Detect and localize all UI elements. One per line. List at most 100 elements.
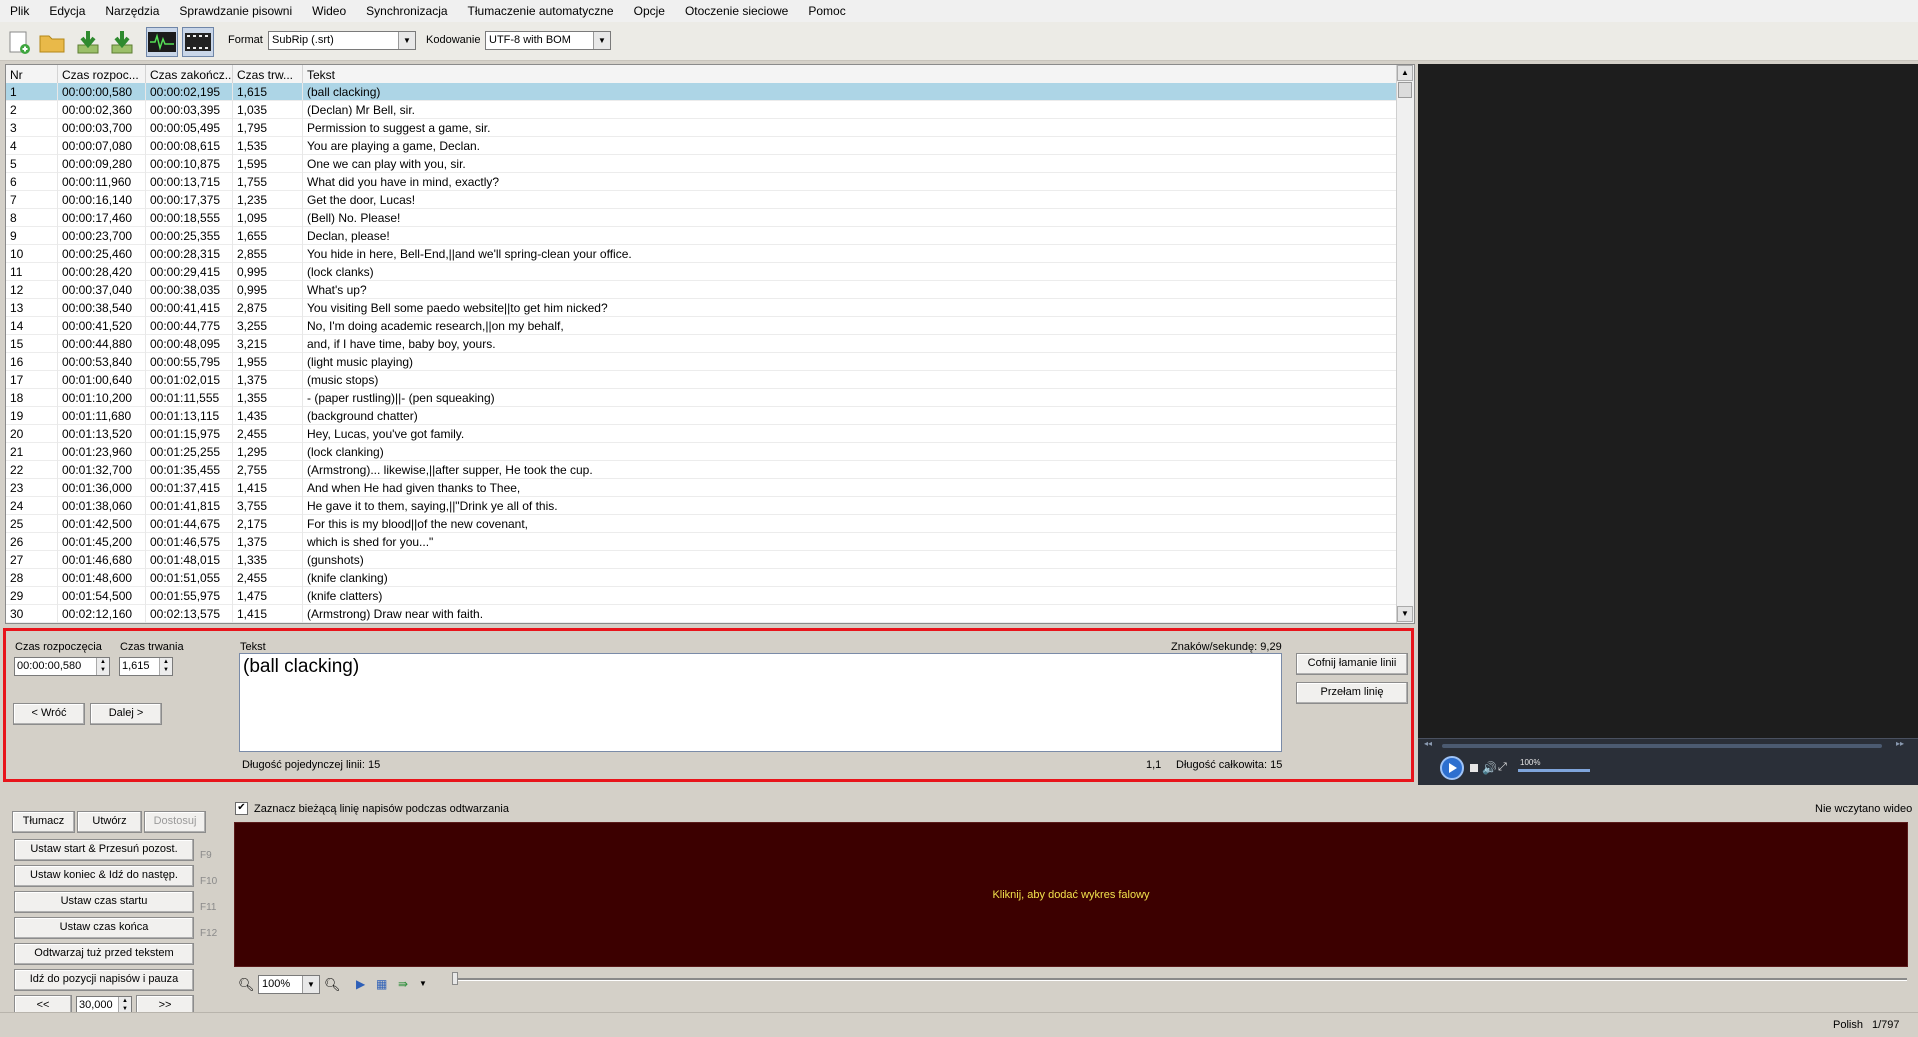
table-row[interactable]: 20 00:01:13,520 00:01:15,975 2,455 Hey, Luca… [6,425,1398,443]
waveform-area[interactable]: Kliknij, aby dodać wykres falowy [234,822,1908,967]
zoom-out-icon[interactable]: 🔍︎ [238,977,255,993]
chevron-down-icon: ▼ [593,32,610,49]
table-row[interactable]: 24 00:01:38,060 00:01:41,815 3,755 He gave i… [6,497,1398,515]
table-row[interactable]: 23 00:01:36,000 00:01:37,415 1,415 And when … [6,479,1398,497]
play-selection-icon[interactable]: ▶ [356,977,365,991]
table-row[interactable]: 12 00:00:37,040 00:00:38,035 0,995 What's up… [6,281,1398,299]
fullscreen-icon[interactable]: ⤢ [1498,761,1507,774]
new-file-button[interactable] [3,27,35,57]
table-row[interactable]: 18 00:01:10,200 00:01:11,555 1,355- (paper … [6,389,1398,407]
tab-translate[interactable]: Tłumacz [12,811,75,833]
previous-button[interactable]: < Wróć [13,703,85,725]
volume-slider[interactable] [1518,769,1590,772]
advance-icon[interactable]: ⇛ [398,977,408,991]
scroll-down-icon[interactable]: ▼ [1397,606,1413,622]
set-end-next-button[interactable]: Ustaw koniec & Idź do następ. [14,865,194,887]
spin-arrows-icon[interactable]: ▲ ▼ [96,658,109,675]
grid-view-icon[interactable]: ▦ [376,977,387,991]
seek-back-icon[interactable]: ◂◂ [1424,739,1432,748]
tab-create[interactable]: Utwórz [77,811,142,833]
table-row[interactable]: 22 00:01:32,700 00:01:35,455 2,755 (Armstron… [6,461,1398,479]
scroll-thumb[interactable] [1398,82,1412,98]
subtitle-text-input[interactable]: (ball clacking) [239,653,1282,752]
table-row[interactable]: 4 00:00:07,080 00:00:08,615 1,535 You are pl… [6,137,1398,155]
zoom-in-icon[interactable]: 🔍︎ [324,977,341,993]
table-row[interactable]: 11 00:00:28,420 00:00:29,415 0,995 (lock cla… [6,263,1398,281]
menu-item-5[interactable]: Synchronizacja [356,0,457,22]
table-cell: 1,615 [233,83,303,101]
column-header[interactable]: Nr [6,65,58,83]
table-row[interactable]: 6 00:00:11,960 00:00:13,715 1,755 What did y… [6,173,1398,191]
table-row[interactable]: 13 00:00:38,540 00:00:41,415 2,875 You visit… [6,299,1398,317]
menu-item-3[interactable]: Sprawdzanie pisowni [169,0,302,22]
column-header[interactable]: Czas rozpoc... [58,65,146,83]
start-time-input[interactable]: 00:00:00,580 ▲ ▼ [14,657,110,676]
table-row[interactable]: 10 00:00:25,460 00:00:28,315 2,855 You hide … [6,245,1398,263]
waveform-position-slider[interactable] [452,978,1907,981]
menu-item-1[interactable]: Edycja [39,0,95,22]
waveform-toggle-button[interactable] [146,27,178,57]
set-end-time-button[interactable]: Ustaw czas końca [14,917,194,939]
subtitle-grid[interactable]: Nr Czas rozpoc... Czas zakończ... Czas trw.… [5,64,1415,624]
table-row[interactable]: 19 00:01:11,680 00:01:13,115 1,435 (backgrou… [6,407,1398,425]
encoding-select[interactable]: UTF-8 with BOM ▼ [485,31,611,50]
waveform-position-thumb[interactable] [452,972,458,985]
table-row[interactable]: 26 00:01:45,200 00:01:46,575 1,375 which is … [6,533,1398,551]
chevron-down-icon[interactable]: ▼ [419,979,427,988]
volume-icon[interactable]: 🔊 [1482,761,1497,775]
next-button[interactable]: Dalej > [90,703,162,725]
column-header[interactable]: Czas trw... [233,65,303,83]
column-header[interactable]: Tekst [303,65,1398,83]
play-button[interactable] [1440,756,1464,780]
tab-adjust[interactable]: Dostosuj [144,811,206,833]
table-row[interactable]: 9 00:00:23,700 00:00:25,355 1,655 Declan, pl… [6,227,1398,245]
table-row[interactable]: 29 00:01:54,500 00:01:55,975 1,475 (knife cl… [6,587,1398,605]
menu-item-0[interactable]: Plik [0,0,39,22]
video-seek-bar[interactable] [1442,744,1882,748]
table-row[interactable]: 3 00:00:03,700 00:00:05,495 1,795 Permission… [6,119,1398,137]
format-select[interactable]: SubRip (.srt) ▼ [268,31,416,50]
menu-item-9[interactable]: Pomoc [798,0,855,22]
zoom-select[interactable]: 100% ▼ [258,975,320,994]
table-row[interactable]: 27 00:01:46,680 00:01:48,015 1,335 (gunshots… [6,551,1398,569]
play-before-text-button[interactable]: Odtwarzaj tuż przed tekstem [14,943,194,965]
set-start-shift-button[interactable]: Ustaw start & Przesuń pozost. [14,839,194,861]
video-toggle-button[interactable] [182,27,214,57]
table-row[interactable]: 30 00:02:12,160 00:02:13,575 1,415 (Armstron… [6,605,1398,623]
table-row[interactable]: 5 00:00:09,280 00:00:10,875 1,595 One we can… [6,155,1398,173]
stop-icon[interactable] [1470,764,1478,772]
menu-item-2[interactable]: Narzędzia [95,0,169,22]
menu-item-4[interactable]: Wideo [302,0,356,22]
table-row[interactable]: 17 00:01:00,640 00:01:02,015 1,375 (music st… [6,371,1398,389]
table-row[interactable]: 8 00:00:17,460 00:00:18,555 1,095 (Bell) No.… [6,209,1398,227]
table-row[interactable]: 2 00:00:02,360 00:00:03,395 1,035 (Declan) M… [6,101,1398,119]
table-row[interactable]: 16 00:00:53,840 00:00:55,795 1,955 (light mu… [6,353,1398,371]
column-header[interactable]: Czas zakończ... [146,65,233,83]
menu-item-7[interactable]: Opcje [624,0,675,22]
undo-linebreak-button[interactable]: Cofnij łamanie linii [1296,653,1408,675]
download-button[interactable] [72,27,104,57]
table-cell: 11 [6,263,58,281]
table-row[interactable]: 1 00:00:00,580 00:00:02,195 1,615 (ball clac… [6,83,1398,101]
vertical-scrollbar[interactable]: ▲ ▼ [1396,65,1414,623]
menu-item-8[interactable]: Otoczenie sieciowe [675,0,798,22]
table-row[interactable]: 15 00:00:44,880 00:00:48,095 3,215 and, if I… [6,335,1398,353]
duration-input[interactable]: 1,615 ▲ ▼ [119,657,173,676]
highlight-current-line-checkbox[interactable]: ✔ [235,802,248,815]
no-video-label: Nie wczytano wideo [1815,803,1913,815]
table-row[interactable]: 14 00:00:41,520 00:00:44,775 3,255 No, I'm d… [6,317,1398,335]
break-line-button[interactable]: Przełam linię [1296,682,1408,704]
open-folder-button[interactable] [36,27,68,57]
table-row[interactable]: 28 00:01:48,600 00:01:51,055 2,455 (knife cl… [6,569,1398,587]
seek-forward-icon[interactable]: ▸▸ [1896,739,1904,748]
set-start-time-button[interactable]: Ustaw czas startu [14,891,194,913]
table-row[interactable]: 7 00:00:16,140 00:00:17,375 1,235 Get the do… [6,191,1398,209]
table-row[interactable]: 21 00:01:23,960 00:01:25,255 1,295 (lock cla… [6,443,1398,461]
scroll-up-icon[interactable]: ▲ [1397,65,1413,81]
goto-subtitle-pause-button[interactable]: Idź do pozycji napisów i pauza [14,969,194,991]
spin-arrows-icon[interactable]: ▲ ▼ [159,658,172,675]
save-download-icon [111,31,133,54]
save-button[interactable] [106,27,138,57]
menu-item-6[interactable]: Tłumaczenie automatyczne [458,0,624,22]
table-row[interactable]: 25 00:01:42,500 00:01:44,675 2,175 For this … [6,515,1398,533]
